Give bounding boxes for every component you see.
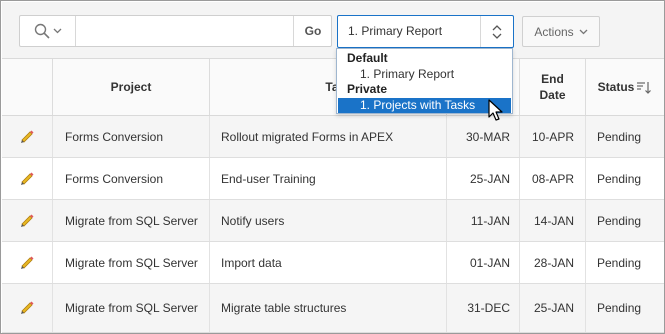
- search-icon: [34, 23, 50, 39]
- edit-row-link[interactable]: [2, 200, 52, 241]
- status-header-label: Status: [597, 80, 635, 94]
- chevron-down-icon: [579, 29, 588, 34]
- end-date-header-line2: Date: [539, 88, 566, 102]
- start-date-cell: 11-JAN: [446, 200, 519, 241]
- table-header-row: Project Task Na End Date Status: [2, 59, 664, 116]
- table-row: Forms Conversion Rollout migrated Forms …: [2, 116, 664, 158]
- pencil-icon: [21, 172, 34, 185]
- start-date-cell: 01-JAN: [446, 242, 519, 283]
- go-button[interactable]: Go: [293, 16, 332, 46]
- column-header-project[interactable]: Project: [52, 59, 209, 115]
- column-header-end-date[interactable]: End Date: [519, 59, 585, 115]
- project-cell: Migrate from SQL Server: [52, 200, 209, 241]
- chevron-down-icon: [53, 28, 61, 34]
- pencil-icon: [21, 256, 34, 269]
- end-date-cell: 10-APR: [519, 116, 585, 157]
- table-row: Migrate from SQL Server Notify users 11-…: [2, 200, 664, 242]
- report-select-value: 1. Primary Report: [348, 24, 443, 38]
- table-row: Migrate from SQL Server Migrate table st…: [2, 284, 664, 333]
- report-toolbar: Go 1. Primary Report Actions: [2, 2, 664, 59]
- menu-item-primary-report[interactable]: 1. Primary Report: [338, 67, 511, 82]
- interactive-report-region: Go 1. Primary Report Actions Project Tas…: [0, 0, 665, 334]
- pencil-icon: [21, 301, 34, 314]
- report-select[interactable]: 1. Primary Report: [337, 15, 514, 48]
- task-cell: End-user Training: [209, 158, 446, 199]
- status-cell: Pending: [585, 200, 664, 241]
- search-column-selector[interactable]: [20, 16, 76, 46]
- end-date-header-line1: End: [541, 72, 564, 86]
- task-cell: Notify users: [209, 200, 446, 241]
- start-date-cell: 30-MAR: [446, 116, 519, 157]
- search-input[interactable]: [76, 16, 293, 46]
- status-cell: Pending: [585, 284, 664, 332]
- table-row: Forms Conversion End-user Training 25-JA…: [2, 158, 664, 200]
- end-date-cell: 14-JAN: [519, 200, 585, 241]
- menu-group-default: Default: [347, 51, 388, 65]
- project-cell: Forms Conversion: [52, 158, 209, 199]
- end-date-cell: 28-JAN: [519, 242, 585, 283]
- menu-group-private: Private: [347, 82, 388, 96]
- menu-item-projects-with-tasks[interactable]: 1. Projects with Tasks: [338, 98, 511, 113]
- project-cell: Forms Conversion: [52, 116, 209, 157]
- sort-descending-icon: [637, 81, 652, 94]
- actions-button[interactable]: Actions: [522, 16, 600, 47]
- task-cell: Rollout migrated Forms in APEX: [209, 116, 446, 157]
- start-date-cell: 31-DEC: [446, 284, 519, 332]
- search-bar: Go: [19, 15, 332, 47]
- actions-label: Actions: [534, 24, 574, 39]
- start-date-cell: 25-JAN: [446, 158, 519, 199]
- table-row: Migrate from SQL Server Import data 01-J…: [2, 242, 664, 284]
- pencil-icon: [21, 214, 34, 227]
- status-cell: Pending: [585, 116, 664, 157]
- edit-row-link[interactable]: [2, 242, 52, 283]
- edit-row-link[interactable]: [2, 116, 52, 157]
- status-cell: Pending: [585, 242, 664, 283]
- edit-row-link[interactable]: [2, 158, 52, 199]
- column-header-status[interactable]: Status: [585, 59, 664, 115]
- status-cell: Pending: [585, 158, 664, 199]
- task-cell: Import data: [209, 242, 446, 283]
- edit-column-header: [2, 59, 52, 115]
- project-cell: Migrate from SQL Server: [52, 284, 209, 332]
- mouse-pointer-icon: [488, 99, 503, 121]
- report-select-menu: Default 1. Primary Report Private 1. Pro…: [336, 48, 513, 114]
- end-date-cell: 08-APR: [519, 158, 585, 199]
- project-cell: Migrate from SQL Server: [52, 242, 209, 283]
- task-cell: Migrate table structures: [209, 284, 446, 332]
- pencil-icon: [21, 130, 34, 143]
- end-date-cell: 25-JAN: [519, 284, 585, 332]
- up-down-arrows-icon: [480, 16, 513, 47]
- edit-row-link[interactable]: [2, 284, 52, 332]
